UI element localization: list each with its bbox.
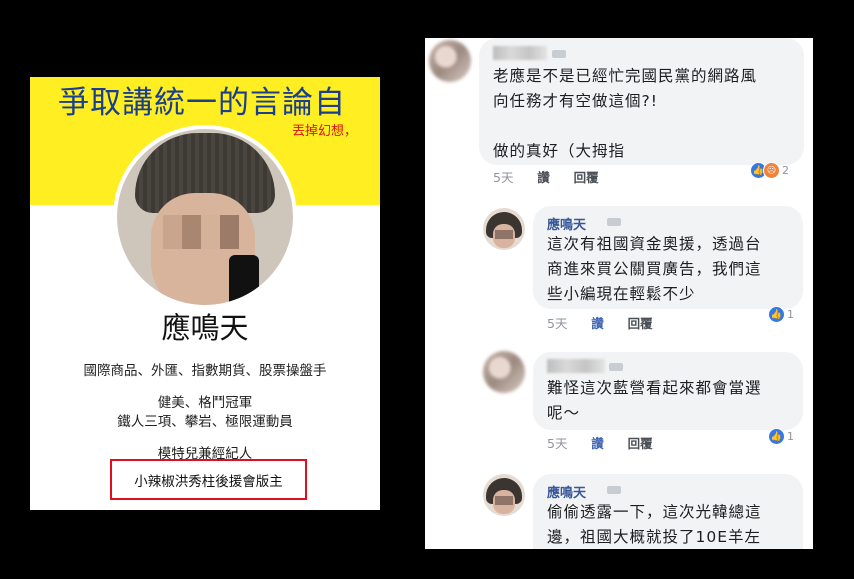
bio-highlight: 小辣椒洪秀柱後援會版主 [134,473,283,490]
commenter-avatar[interactable] [429,40,471,82]
comment-author[interactable]: 應鳴天 [547,214,586,233]
comment-time[interactable]: 5天 [493,170,513,185]
mosaic-blur [495,496,513,505]
bio-line: 健美、格鬥冠軍 [157,395,253,411]
bio-line: 國際商品、外匯、指數期貨、股票操盤手 [83,363,327,379]
comment-meta: 5天 讚 回覆 [547,313,653,332]
comment-text: 難怪這次藍營看起來都會當選 呢～ [547,379,762,422]
comment-bubble: 老應是不是已經忙完國民黨的網路風 向任務才有空做這個?! 做的真好（大拇指 [479,38,804,165]
mosaic-blur [163,215,239,249]
comment-meta: 5天 讚 回覆 [493,167,599,186]
commenter-avatar[interactable] [483,208,525,250]
like-link[interactable]: 讚 [591,436,604,451]
reaction-summary[interactable]: 👍 1 [768,428,794,445]
like-link[interactable]: 讚 [591,316,604,331]
reply-link[interactable]: 回覆 [574,170,599,185]
reply-link[interactable]: 回覆 [628,436,653,451]
like-icon: 👍 [768,306,785,323]
like-icon: 👍 [768,428,785,445]
comment-text: 這次有祖國資金奧援，透過台 商進來買公關買廣告，我們這 些小編現在輕鬆不少 [547,235,762,303]
phone-shape [229,255,259,305]
comment-bubble: 應鳴天 這次有祖國資金奧援，透過台 商進來買公關買廣告，我們這 些小編現在輕鬆不… [533,206,803,309]
blurred-author-name[interactable] [493,46,547,60]
profile-card: 爭取講統一的言論自 丟掉幻想， 應鳴天 國際商品、外匯、指數期貨、股票操盤手 健… [30,77,380,510]
blurred-author-name[interactable] [547,359,605,373]
cover-headline: 爭取講統一的言論自 [58,85,346,121]
profile-avatar[interactable] [117,129,293,305]
badge-icon [607,486,621,494]
comment-text: 偷偷透露一下，這次光韓總這 邊，祖國大概就投了10E羊左 [547,503,762,546]
commenter-avatar[interactable] [483,351,525,393]
like-link[interactable]: 讚 [537,170,550,185]
badge-icon [609,363,623,371]
comment-text: 老應是不是已經忙完國民黨的網路風 向任務才有空做這個?! 做的真好（大拇指 [493,67,758,160]
reaction-count: 1 [787,308,794,321]
reply-link[interactable]: 回覆 [628,316,653,331]
angry-icon: ☹ [763,162,780,179]
cover-subline: 丟掉幻想， [292,124,358,139]
comment-time[interactable]: 5天 [547,316,567,331]
commenter-avatar[interactable] [483,474,525,516]
reaction-count: 2 [782,164,789,177]
comment-author[interactable]: 應鳴天 [547,482,586,501]
mosaic-blur [495,230,513,239]
highlight-box: 小辣椒洪秀柱後援會版主 [110,459,307,500]
reaction-count: 1 [787,430,794,443]
badge-icon [607,218,621,226]
comment-meta: 5天 讚 回覆 [547,433,653,452]
profile-name: 應鳴天 [161,311,249,345]
comment-time[interactable]: 5天 [547,436,567,451]
comment-bubble: 應鳴天 偷偷透露一下，這次光韓總這 邊，祖國大概就投了10E羊左 [533,474,803,549]
bio-line: 鐵人三項、攀岩、極限運動員 [117,414,293,430]
badge-icon [552,50,566,58]
comment-bubble: 難怪這次藍營看起來都會當選 呢～ [533,352,803,430]
comment-thread: 老應是不是已經忙完國民黨的網路風 向任務才有空做這個?! 做的真好（大拇指 5天… [425,38,813,549]
reaction-summary[interactable]: 👍 ☹ 2 [750,162,789,179]
reaction-summary[interactable]: 👍 1 [768,306,794,323]
